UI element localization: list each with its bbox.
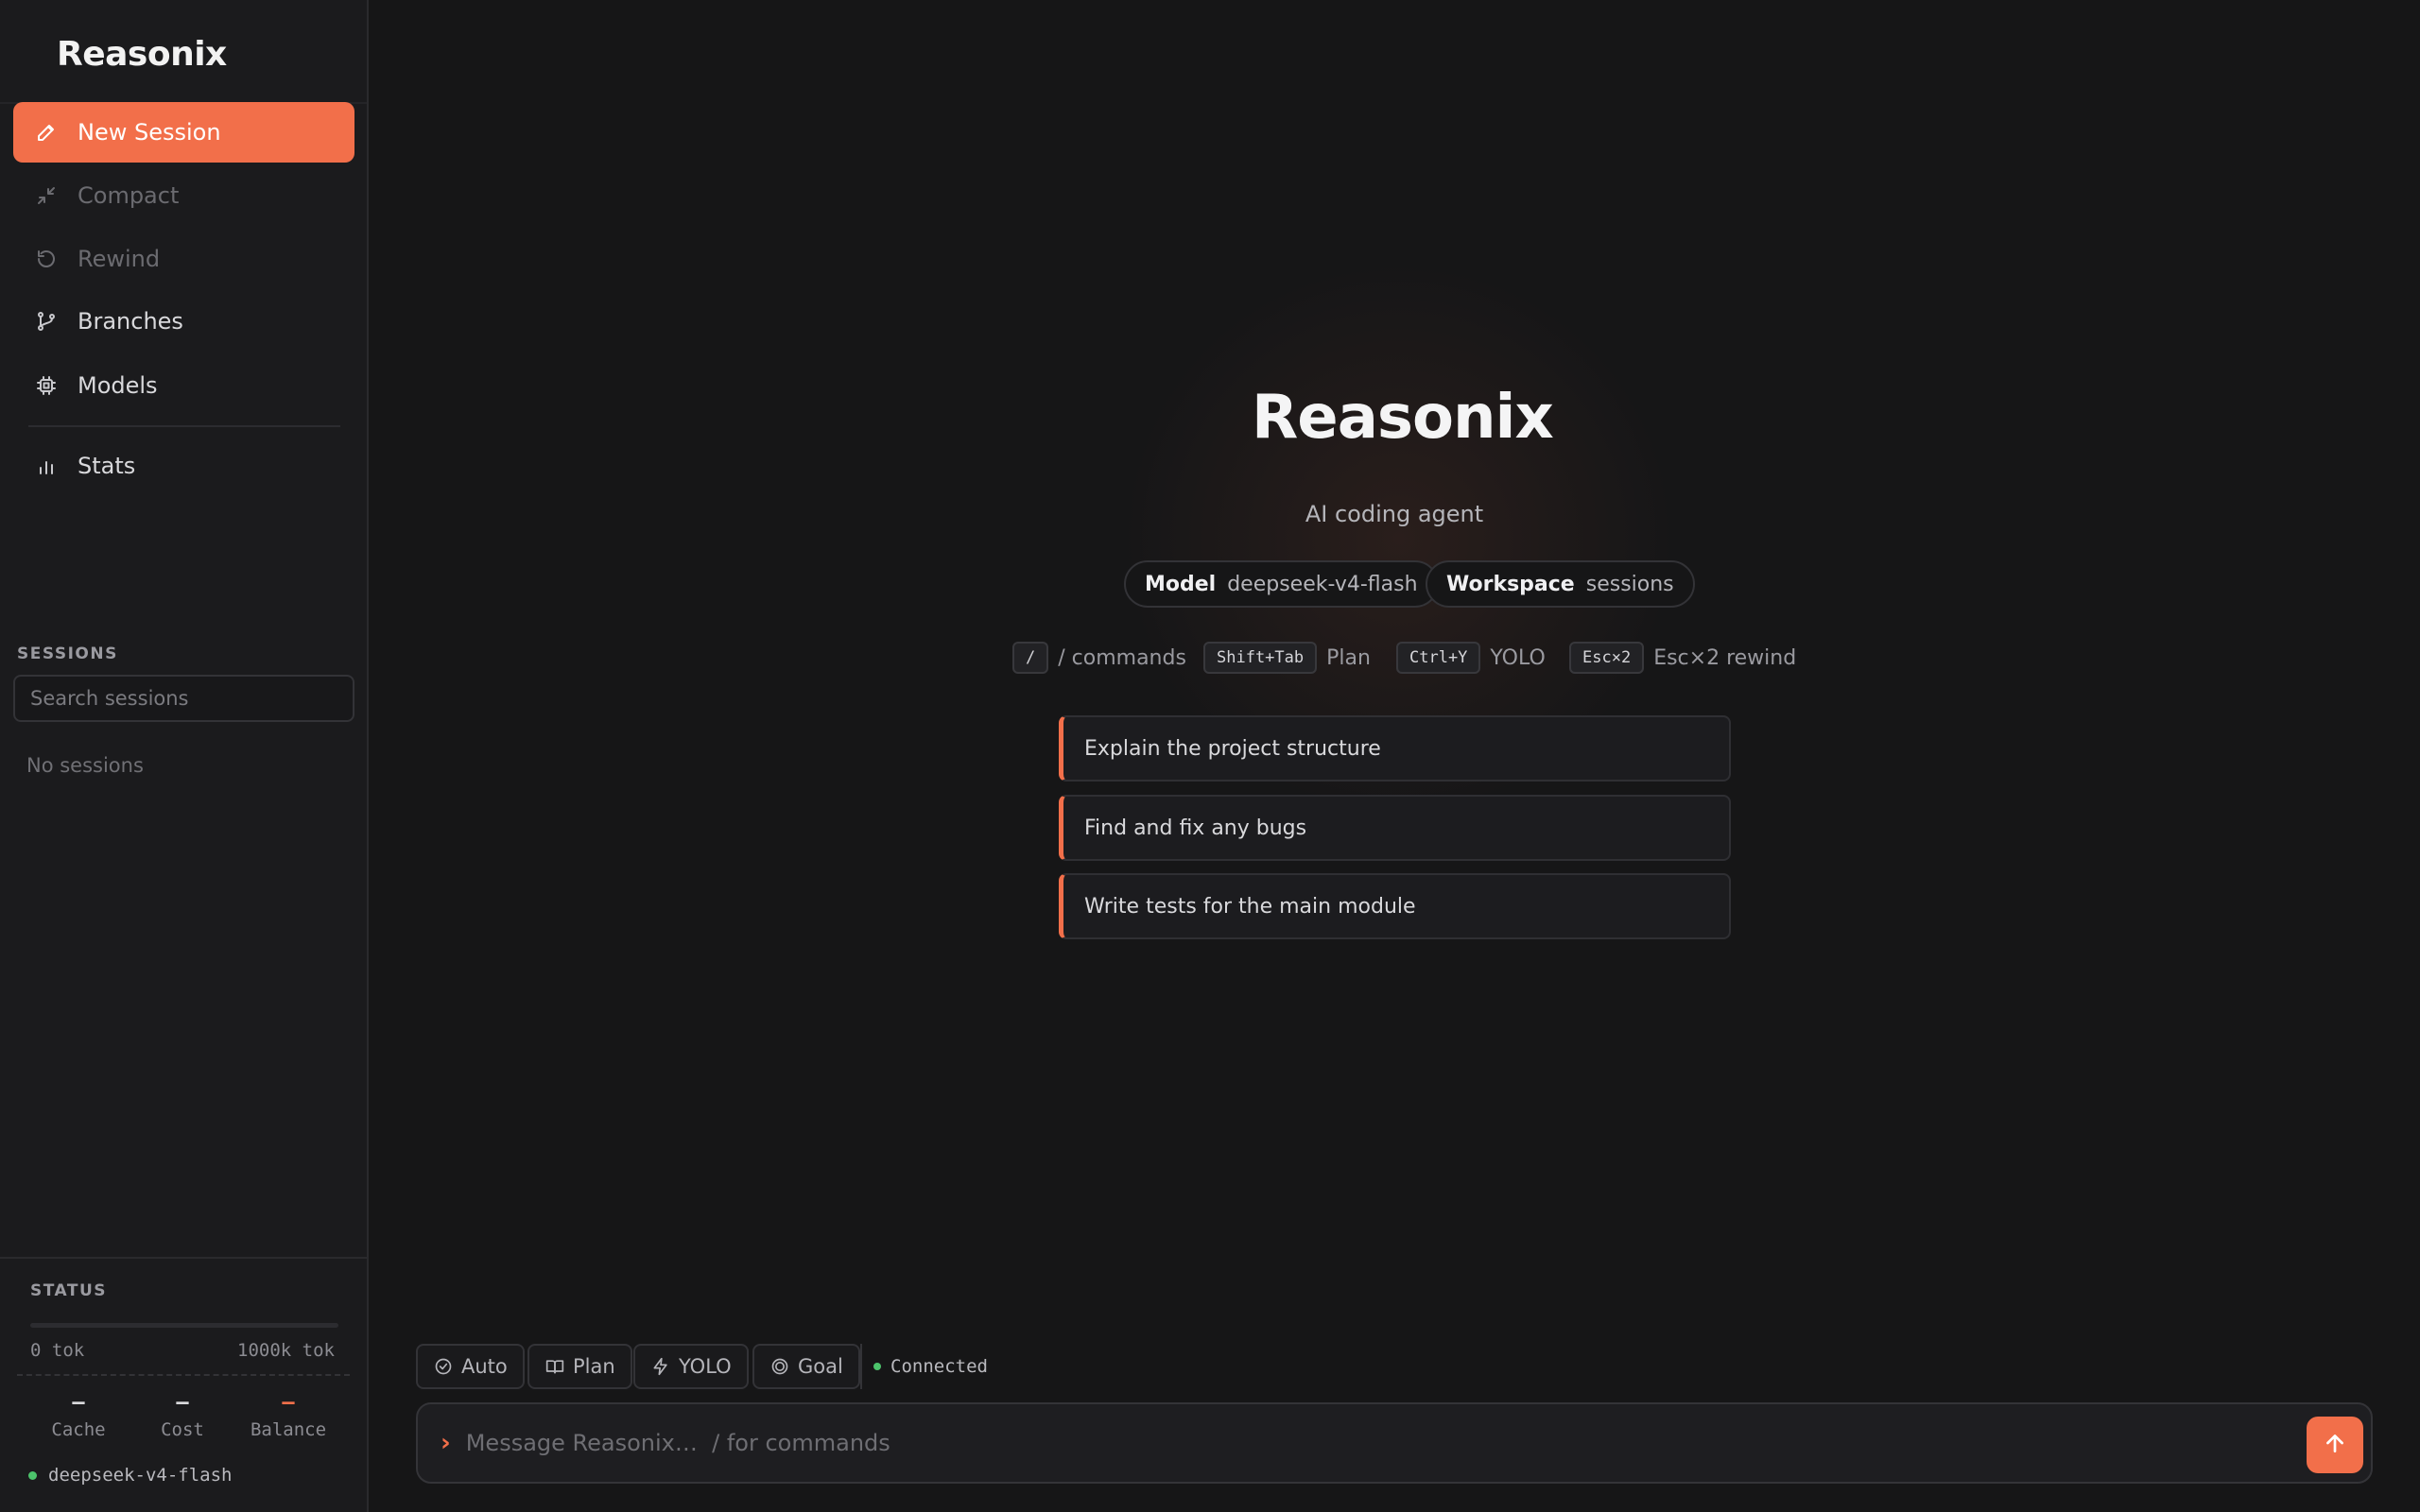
yolo-mode-label: YOLO	[679, 1355, 732, 1378]
cache-value: –	[72, 1391, 85, 1415]
message-input[interactable]	[465, 1430, 2215, 1456]
kbd-esc-twice: Esc×2	[1569, 642, 1645, 674]
send-button[interactable]	[2307, 1417, 2363, 1473]
connection-status: Connected	[860, 1344, 988, 1389]
compress-icon	[32, 181, 60, 210]
balance-label: Balance	[250, 1419, 327, 1440]
pencil-icon	[32, 118, 60, 146]
session-search-field[interactable]: Search sessions	[13, 675, 354, 722]
cost-value: –	[176, 1391, 189, 1415]
token-max-label: 1000k tok	[237, 1340, 335, 1361]
models-label: Models	[78, 372, 158, 399]
cache-label: Cache	[51, 1419, 106, 1440]
workspace-pill-key: Workspace	[1446, 572, 1575, 596]
online-dot-icon	[28, 1470, 37, 1480]
nav-divider	[28, 425, 340, 427]
session-search-placeholder: Search sessions	[30, 687, 189, 710]
stats-label: Stats	[78, 453, 136, 479]
rewind-label: Rewind	[78, 246, 161, 272]
hero-logo: Reasonix	[1252, 383, 1554, 453]
arrow-up-icon	[2323, 1431, 2347, 1459]
rewind-button[interactable]: Rewind	[13, 229, 354, 289]
balance-value: –	[282, 1391, 295, 1415]
suggestion-text: Explain the project structure	[1084, 736, 1381, 761]
compact-label: Compact	[78, 182, 180, 209]
suggestion-text: Write tests for the main module	[1084, 894, 1416, 919]
goal-mode-label: Goal	[798, 1355, 843, 1378]
cost-label: Cost	[161, 1419, 204, 1440]
connection-status-text: Connected	[890, 1356, 988, 1377]
book-icon	[544, 1356, 565, 1377]
hero-subtitle: AI coding agent	[1305, 501, 1484, 527]
auto-mode-label: Auto	[461, 1355, 508, 1378]
goal-mode-button[interactable]: Goal	[752, 1344, 860, 1389]
status-panel: STATUS 0 tok 1000k tok – Cache – Cost – …	[0, 1257, 367, 1512]
shortcut-commands-desc: / commands	[1058, 645, 1186, 670]
chip-icon	[32, 371, 60, 400]
kbd-shift-tab: Shift+Tab	[1203, 642, 1318, 674]
stats-button[interactable]: Stats	[13, 436, 354, 496]
model-pill-key: Model	[1145, 572, 1217, 596]
workspace-pill[interactable]: Workspace sessions	[1426, 560, 1695, 608]
auto-mode-button[interactable]: Auto	[416, 1344, 525, 1389]
shortcut-plan: Shift+Tab Plan	[1203, 641, 1371, 675]
prompt-chevron-icon: ›	[441, 1429, 451, 1457]
status-divider	[17, 1374, 350, 1376]
kbd-ctrl-y: Ctrl+Y	[1396, 642, 1481, 674]
cache-stat: – Cache	[26, 1389, 130, 1440]
suggestion-card[interactable]: Find and fix any bugs	[1059, 795, 1731, 861]
sessions-heading: SESSIONS	[17, 644, 118, 663]
status-model-name: deepseek-v4-flash	[48, 1465, 233, 1486]
shortcut-rewind-desc: Esc×2 rewind	[1653, 645, 1797, 670]
check-circle-icon	[433, 1356, 454, 1377]
target-icon	[769, 1356, 790, 1377]
plan-mode-button[interactable]: Plan	[527, 1344, 632, 1389]
shortcut-yolo-desc: YOLO	[1490, 645, 1546, 670]
status-model: deepseek-v4-flash	[28, 1465, 232, 1486]
status-heading: STATUS	[30, 1281, 108, 1300]
connected-dot-icon	[873, 1363, 881, 1370]
kbd-slash: /	[1012, 642, 1049, 674]
app-logo: Reasonix	[57, 32, 227, 76]
model-pill[interactable]: Model deepseek-v4-flash	[1124, 560, 1439, 608]
rewind-icon	[32, 245, 60, 273]
shortcut-yolo: Ctrl+Y YOLO	[1396, 641, 1546, 675]
branches-label: Branches	[78, 308, 183, 335]
empty-sessions-text: No sessions	[26, 754, 144, 777]
suggestion-card[interactable]: Explain the project structure	[1059, 715, 1731, 782]
bar-chart-icon	[32, 452, 60, 480]
new-session-label: New Session	[78, 119, 221, 146]
workspace-pill-value: sessions	[1585, 572, 1674, 596]
sidebar: Reasonix New Session Compact Rewind Bran…	[0, 0, 369, 1512]
suggestion-card[interactable]: Write tests for the main module	[1059, 873, 1731, 939]
branches-button[interactable]: Branches	[13, 291, 354, 352]
plan-mode-label: Plan	[573, 1355, 615, 1378]
app-logo-text: Reasonix	[57, 34, 227, 74]
token-usage-bar	[30, 1323, 338, 1328]
cost-stat: – Cost	[130, 1389, 234, 1440]
balance-stat: – Balance	[236, 1389, 340, 1440]
lightning-icon	[650, 1356, 671, 1377]
shortcut-plan-desc: Plan	[1326, 645, 1371, 670]
models-button[interactable]: Models	[13, 355, 354, 416]
token-min-label: 0 tok	[30, 1340, 85, 1361]
compact-button[interactable]: Compact	[13, 165, 354, 226]
message-composer: ›	[416, 1402, 2373, 1484]
model-pill-value: deepseek-v4-flash	[1227, 572, 1418, 596]
shortcut-commands: / / commands	[1012, 641, 1186, 675]
new-session-button[interactable]: New Session	[13, 102, 354, 163]
shortcut-rewind: Esc×2 Esc×2 rewind	[1569, 641, 1796, 675]
branch-icon	[32, 307, 60, 335]
yolo-mode-button[interactable]: YOLO	[633, 1344, 749, 1389]
suggestion-text: Find and fix any bugs	[1084, 816, 1307, 840]
